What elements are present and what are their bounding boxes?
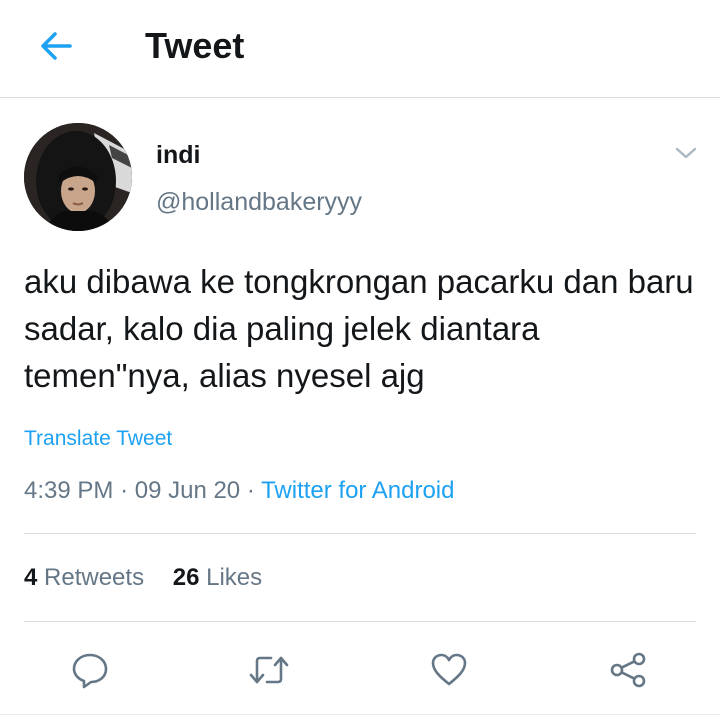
tweet-source-link[interactable]: Twitter for Android xyxy=(261,477,454,504)
header-bar: Tweet xyxy=(0,0,720,98)
likes-stat[interactable]: 26 Likes xyxy=(173,564,262,591)
divider xyxy=(24,621,696,622)
meta-separator: · xyxy=(246,477,255,504)
likes-label: Likes xyxy=(206,564,263,591)
tweet-meta: 4:39 PM · 09 Jun 20 · Twitter for Androi… xyxy=(24,476,454,506)
like-button[interactable] xyxy=(427,648,471,692)
tweet-stats: 4 Retweets 26 Likes xyxy=(24,563,262,593)
translate-tweet-link[interactable]: Translate Tweet xyxy=(24,426,172,452)
page-title: Tweet xyxy=(145,25,245,66)
share-button[interactable] xyxy=(606,648,650,692)
meta-separator: · xyxy=(120,477,129,504)
tweet-text: aku dibawa ke tongkrongan pacarku dan ba… xyxy=(24,263,694,394)
retweet-button[interactable] xyxy=(247,648,291,692)
retweets-count: 4 xyxy=(24,564,38,591)
back-button[interactable] xyxy=(34,24,78,68)
retweets-label: Retweets xyxy=(44,564,145,591)
reply-button[interactable] xyxy=(68,648,112,692)
author-display-name[interactable]: indi xyxy=(156,140,200,170)
author-handle[interactable]: @hollandbakeryyy xyxy=(156,187,362,217)
retweet-icon xyxy=(249,656,289,684)
share-icon xyxy=(610,652,646,688)
avatar[interactable] xyxy=(24,123,132,231)
chevron-down-icon xyxy=(675,147,697,159)
tweet-menu-button[interactable] xyxy=(668,138,704,168)
tweet-date: 09 Jun 20 xyxy=(134,477,241,504)
likes-count: 26 xyxy=(172,564,200,591)
divider xyxy=(24,533,696,534)
tweet-time: 4:39 PM xyxy=(24,477,114,504)
retweets-stat[interactable]: 4 Retweets xyxy=(24,564,144,591)
arrow-left-icon xyxy=(41,32,72,60)
reply-icon xyxy=(72,653,108,689)
divider xyxy=(0,714,720,715)
heart-icon xyxy=(431,653,467,686)
avatar-photo xyxy=(24,123,132,231)
